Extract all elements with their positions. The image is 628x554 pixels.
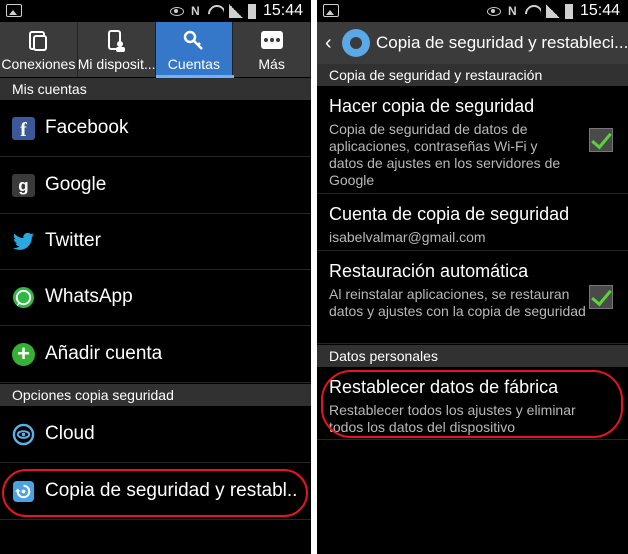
action-bar: ‹ Copia de seguridad y restableci... [317,22,628,64]
nfc-icon [189,4,203,18]
status-bar: 15:44 [317,0,628,22]
google-icon: g [12,174,35,197]
twitter-icon [12,232,35,250]
status-bar: 15:44 [0,0,311,22]
battery-icon [248,3,256,19]
account-facebook[interactable]: f Facebook [0,101,311,157]
list-item-label: Facebook [45,117,129,138]
wifi-icon [525,5,541,17]
settings-tab-bar: Conexiones Mi disposit... Cuentas Más [0,22,311,77]
setting-backup-data[interactable]: Hacer copia de seguridad Copia de seguri… [317,87,628,194]
setting-factory-reset[interactable]: Restablecer datos de fábrica Restablecer… [317,368,628,440]
status-time: 15:44 [262,2,303,19]
smart-stay-icon [170,6,184,16]
tab-mi-dispositivo[interactable]: Mi disposit... [78,22,156,77]
backup-reset-item[interactable]: Copia de seguridad y restabl.. [0,464,311,520]
setting-subtitle: Restablecer todos los ajustes y eliminar… [329,402,576,435]
tab-label: Cuentas [167,56,220,72]
gallery-notification-icon [6,4,22,17]
accounts-screen: 15:44 Conexiones Mi disposit... Cuen [0,0,311,554]
tab-conexiones[interactable]: Conexiones [0,22,78,77]
list-item-label: Google [45,174,107,195]
list-item-label: Cloud [45,423,95,444]
account-google[interactable]: g Google [0,158,311,214]
signal-icon [229,4,243,18]
device-icon [108,30,126,52]
cloud-icon [12,423,35,446]
more-dots-icon [260,31,283,49]
setting-subtitle: Copia de seguridad de datos de aplicacio… [329,121,561,188]
setting-auto-restore[interactable]: Restauración automática Al reinstalar ap… [317,252,628,344]
list-item-label: Copia de seguridad y restabl.. [45,480,298,501]
list-item-label: WhatsApp [45,286,133,307]
setting-backup-account[interactable]: Cuenta de copia de seguridad isabelvalma… [317,195,628,251]
battery-icon [565,3,573,19]
connections-icon [29,31,48,51]
setting-subtitle: isabelvalmar@gmail.com [329,229,486,245]
add-icon: + [12,343,35,366]
setting-subtitle: Al reinstalar aplicaciones, se restauran… [329,286,586,319]
list-item-label: Añadir cuenta [45,343,163,364]
gallery-notification-icon [323,4,339,17]
account-twitter[interactable]: Twitter [0,214,311,270]
backup-icon [12,480,35,503]
account-whatsapp[interactable]: WhatsApp [0,270,311,326]
setting-title: Restablecer datos de fábrica [329,377,559,397]
backup-reset-screen: 15:44 ‹ Copia de seguridad y restableci.… [317,0,628,554]
tab-label: Mi disposit... [77,56,155,72]
setting-title: Restauración automática [329,261,529,281]
key-icon [183,30,203,50]
list-item-label: Twitter [45,230,101,251]
tab-mas[interactable]: Más [233,22,311,77]
whatsapp-icon [12,286,35,309]
facebook-icon: f [12,117,35,141]
section-mis-cuentas: Mis cuentas [0,78,311,100]
wifi-icon [208,5,224,17]
backup-cloud[interactable]: Cloud [0,407,311,463]
auto-restore-checkbox[interactable] [589,285,613,309]
section-opciones-copia: Opciones copia seguridad [0,384,311,406]
smart-stay-icon [487,6,501,16]
gear-icon[interactable] [342,29,370,57]
section-datos-personales: Datos personales [317,345,628,367]
status-time: 15:44 [579,2,620,19]
tab-label: Conexiones [1,56,76,72]
tab-cuentas[interactable]: Cuentas [155,22,234,77]
tab-label: Más [258,56,285,72]
nfc-icon [506,4,520,18]
signal-icon [546,4,560,18]
back-arrow-icon[interactable]: ‹ [325,32,332,55]
backup-data-checkbox[interactable] [589,128,613,152]
section-copia-restauracion: Copia de seguridad y restauración [317,64,628,86]
add-account-item[interactable]: + Añadir cuenta [0,327,311,383]
page-title: Copia de seguridad y restableci... [376,33,628,52]
setting-title: Hacer copia de seguridad [329,96,535,116]
setting-title: Cuenta de copia de seguridad [329,204,570,224]
